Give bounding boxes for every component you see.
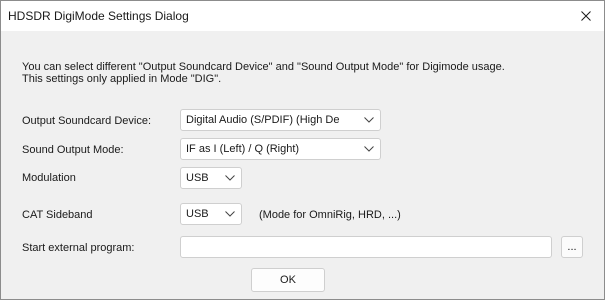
modulation-select[interactable]: USB (180, 167, 242, 189)
output-device-select[interactable]: Digital Audio (S/PDIF) (High De (180, 109, 381, 131)
chevron-down-icon (219, 168, 241, 188)
dialog-body: You can select different "Output Soundca… (1, 31, 604, 299)
chevron-down-icon (219, 204, 241, 224)
external-program-label: Start external program: (22, 242, 135, 254)
description-line-2: This settings only applied in Mode "DIG"… (22, 73, 222, 85)
window-title: HDSDR DigiMode Settings Dialog (8, 9, 189, 23)
close-button[interactable] (568, 1, 604, 31)
settings-dialog: HDSDR DigiMode Settings Dialog You can s… (0, 0, 605, 300)
ok-button[interactable]: OK (251, 268, 325, 292)
title-bar: HDSDR DigiMode Settings Dialog (1, 1, 604, 31)
output-device-label: Output Soundcard Device: (22, 115, 152, 127)
output-mode-select[interactable]: IF as I (Left) / Q (Right) (180, 138, 381, 160)
external-program-input[interactable] (180, 236, 552, 258)
cat-sideband-value: USB (186, 208, 209, 220)
cat-sideband-select[interactable]: USB (180, 203, 242, 225)
description-line-1: You can select different "Output Soundca… (22, 61, 505, 73)
close-icon (581, 11, 591, 21)
chevron-down-icon (358, 110, 380, 130)
output-mode-label: Sound Output Mode: (22, 144, 124, 156)
modulation-value: USB (186, 172, 209, 184)
chevron-down-icon (358, 139, 380, 159)
output-device-value: Digital Audio (S/PDIF) (High De (186, 114, 340, 126)
cat-sideband-label: CAT Sideband (22, 209, 93, 221)
modulation-label: Modulation (22, 172, 76, 184)
output-mode-value: IF as I (Left) / Q (Right) (186, 143, 300, 155)
browse-button[interactable]: ... (561, 236, 583, 258)
cat-sideband-hint: (Mode for OmniRig, HRD, ...) (259, 209, 401, 221)
